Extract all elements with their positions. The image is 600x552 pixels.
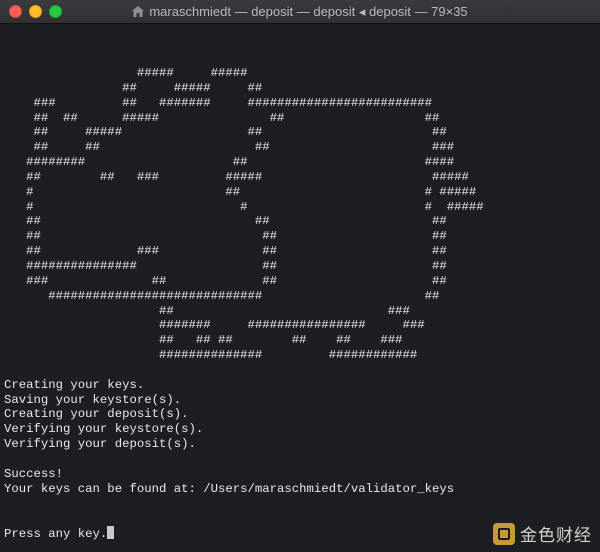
output-line: Creating your deposit(s).	[4, 407, 189, 422]
ascii-art-line: ############################# ##	[4, 288, 440, 303]
ascii-art-line: ### ## ## ##	[4, 273, 447, 288]
output-line: Verifying your keystore(s).	[4, 422, 204, 437]
text-cursor	[107, 526, 115, 540]
output-line: Creating your keys.	[4, 377, 145, 392]
ascii-art-line: ## ## ## ## ## ###	[4, 333, 403, 348]
ascii-art-line: ## ## ##	[4, 229, 447, 244]
output-line: Verifying your deposit(s).	[4, 437, 196, 452]
output-line: Success!	[4, 466, 64, 481]
terminal-window: maraschmiedt — deposit — deposit ◂ depos…	[0, 0, 600, 552]
ascii-art-line: ### ## ####### #########################	[4, 95, 433, 110]
ascii-art-line: ##### #####	[4, 66, 248, 80]
output-line: Saving your keystore(s).	[4, 392, 182, 407]
output-line: Your keys can be found at: /Users/marasc…	[4, 481, 455, 496]
ascii-art-line: ## ##### ## ##	[4, 125, 447, 140]
ascii-art-line: ############## ############	[4, 348, 418, 363]
watermark-text: 金色财经	[520, 526, 592, 546]
output-line: Press any key.	[4, 526, 484, 541]
title-bar[interactable]: maraschmiedt — deposit — deposit ◂ depos…	[0, 0, 600, 24]
ascii-art-line: ## ## ### ##### #####	[4, 169, 469, 184]
ascii-art-line: ## ## ##	[4, 214, 447, 229]
window-title: maraschmiedt — deposit — deposit ◂ depos…	[149, 4, 468, 19]
ascii-art-line: ## ##### ##	[4, 80, 263, 95]
ascii-art-line: ## ###	[4, 303, 410, 318]
watermark-logo-icon	[493, 522, 515, 545]
home-folder-icon	[132, 6, 145, 17]
ascii-art-line: ## ### ## ##	[4, 244, 447, 259]
ascii-art-line: ## ## ## ###	[4, 140, 455, 155]
ascii-art-line: ######## ## ####	[4, 155, 455, 170]
ascii-art-line: ####### ################ ###	[4, 318, 425, 333]
watermark: 金色财经	[493, 521, 592, 546]
ascii-art-line: ############### ## ##	[4, 258, 447, 273]
window-title-container: maraschmiedt — deposit — deposit ◂ depos…	[0, 0, 600, 24]
ascii-art-line: # # # #####	[4, 199, 484, 214]
terminal-output[interactable]: ##### ##### ## ##### ## ### ## ####### #…	[4, 66, 484, 541]
ascii-art-line: ## ## ##### ## ##	[4, 110, 440, 125]
ascii-art-line: # ## # #####	[4, 184, 477, 199]
